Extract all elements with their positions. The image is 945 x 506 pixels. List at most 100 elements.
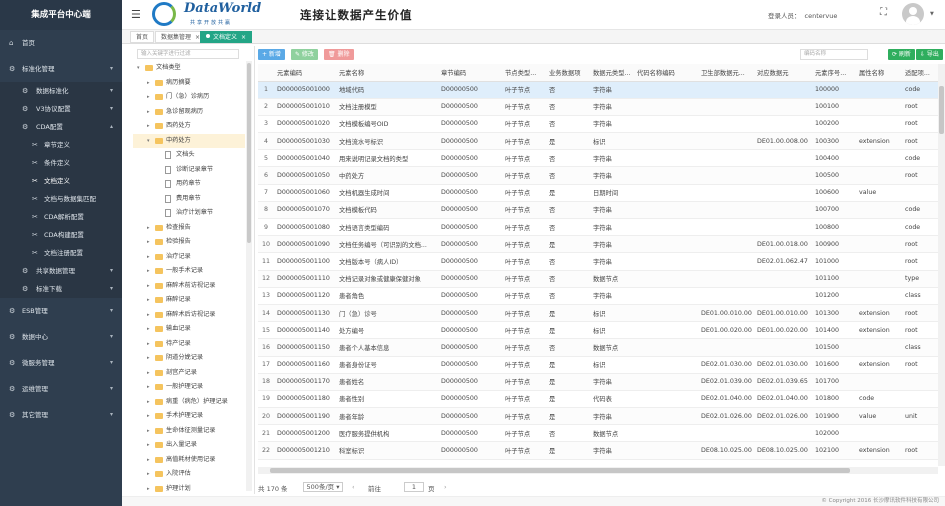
column-header[interactable]: 适配项... [902, 64, 938, 82]
chevron-icon[interactable]: ▸ [147, 264, 150, 279]
tree-node[interactable]: ▸ 生命体征测量记录 [133, 424, 245, 439]
sidebar-item[interactable]: ✂ 文档与数据集匹配 [0, 190, 122, 208]
prev-page-button[interactable]: ‹ [352, 483, 355, 491]
sidebar-item[interactable]: ⚙ 微服务管理 ▾ [0, 350, 122, 376]
tree-scrollbar-thumb[interactable] [247, 63, 251, 243]
tree-node[interactable]: 文档头 [133, 148, 245, 163]
table-horizontal-scrollbar-thumb[interactable] [270, 468, 850, 473]
sidebar-item[interactable]: ⚙ 运维管理 ▾ [0, 376, 122, 402]
sidebar-item[interactable]: ✂ 文档定义 [0, 172, 122, 190]
table-row[interactable]: 11 D000005001100 文档版本号（病人ID） D00000500 叶子节点否… [258, 252, 938, 271]
chevron-icon[interactable]: ▸ [147, 366, 150, 381]
column-header[interactable] [258, 64, 274, 82]
tree-node[interactable]: ▸ 一般护理记录 [133, 380, 245, 395]
table-row[interactable]: 2 D000005001010 文档注册模型 D00000500 叶子节点否字符串 100… [258, 98, 938, 116]
tree-node[interactable]: ▸ 入院评估 [133, 467, 245, 482]
table-row[interactable]: 22 D000005001210 科室标识 D00000500 叶子节点是字符串 DE08… [258, 441, 938, 460]
chevron-icon[interactable]: ▸ [147, 438, 150, 453]
refresh-button[interactable]: ⟳ 刷新 [888, 49, 915, 60]
tree-node[interactable]: 费用章节 [133, 192, 245, 207]
search-input[interactable]: 编码名称 [800, 49, 868, 60]
column-header[interactable]: 属性名称 [856, 64, 902, 82]
chevron-icon[interactable]: ▸ [147, 221, 150, 236]
add-button[interactable]: + 新增 [258, 49, 285, 60]
column-header[interactable]: 业务数据项 [546, 64, 590, 82]
chevron-icon[interactable]: ▸ [147, 308, 150, 323]
table-row[interactable]: 14 D000005001130 门（急）诊号 D00000500 叶子节点是标识 DE0… [258, 304, 938, 323]
chevron-icon[interactable]: ▸ [147, 337, 150, 352]
table-row[interactable]: 12 D000005001110 文档记录对象或健康保健对象 D00000500 叶子节… [258, 270, 938, 288]
chevron-icon[interactable]: ▸ [147, 90, 150, 105]
tree-node[interactable]: ▸ 出入量记录 [133, 438, 245, 453]
table-vertical-scrollbar-thumb[interactable] [939, 86, 944, 134]
sidebar-item[interactable]: ⚙ 共享数据管理 ▾ [0, 262, 122, 280]
tree-node[interactable]: ▸ 输血记录 [133, 322, 245, 337]
next-page-button[interactable]: › [444, 483, 447, 491]
tree-node[interactable]: ▾ 中药处方 [133, 133, 245, 149]
table-row[interactable]: 10 D000005001090 文档任务编号（可识别的文档... D00000500… [258, 235, 938, 254]
tree-node[interactable]: ▸ 门（急）诊病历 [133, 90, 245, 105]
tree-node[interactable]: 治疗计划章节 [133, 206, 245, 221]
chevron-icon[interactable]: ▸ [147, 105, 150, 120]
chevron-icon[interactable]: ▸ [147, 395, 150, 410]
avatar[interactable] [902, 3, 924, 25]
column-header[interactable]: 数据元类型... [590, 64, 634, 82]
table-row[interactable]: 21 D000005001200 医疗服务提供机构 D00000500 叶子节点否数据节… [258, 424, 938, 443]
chevron-icon[interactable]: ▸ [147, 279, 150, 294]
table-row[interactable]: 16 D000005001150 患者个人基本信息 D00000500 叶子节点否数据节… [258, 338, 938, 357]
tree-node[interactable]: ▸ 麻醉记录 [133, 293, 245, 308]
tree-node[interactable]: ▸ 手术护理记录 [133, 409, 245, 424]
chevron-icon[interactable]: ▾ [137, 61, 140, 76]
chevron-icon[interactable]: ▸ [147, 119, 150, 134]
chevron-icon[interactable]: ▸ [147, 409, 150, 424]
table-row[interactable]: 17 D000005001160 患者身份证号 D00000500 叶子节点是标识 DE0… [258, 356, 938, 374]
table-row[interactable]: 6 D000005001050 中药处方 D00000500 叶子节点否字符串 10050… [258, 166, 938, 185]
tree-node[interactable]: 诊断记录章节 [133, 163, 245, 178]
chevron-icon[interactable]: ▸ [147, 76, 150, 91]
sidebar-item[interactable]: ⚙ 数据标准化 ▾ [0, 82, 122, 100]
column-header[interactable]: 节点类型... [502, 64, 546, 82]
table-row[interactable]: 1 D000005001000 地域代码 D00000500 叶子节点否字符串 10000… [258, 81, 938, 99]
table-horizontal-scrollbar[interactable] [258, 467, 938, 474]
tab-item[interactable]: 数据集管理 × [155, 31, 207, 43]
chevron-icon[interactable]: ▸ [147, 482, 150, 495]
tree-node[interactable]: ▸ 检查报告 [133, 221, 245, 236]
column-header[interactable]: 章节编码 [438, 64, 502, 82]
column-header[interactable]: 元素名称 [336, 64, 438, 82]
table-row[interactable]: 4 D000005001030 文档流水号标识 D00000500 叶子节点是标识 DE0… [258, 132, 938, 151]
table-row[interactable]: 9 D000005001080 文档语言类型编码 D00000500 叶子节点否字符串 1… [258, 218, 938, 237]
tree-node[interactable]: ▸ 急诊留观病历 [133, 105, 245, 120]
tree-node[interactable]: ▸ 麻醉术前访视记录 [133, 279, 245, 294]
tree-filter-input[interactable]: 输入关键字进行过滤 [137, 49, 239, 59]
tree-node[interactable]: ▸ 剖宫产记录 [133, 366, 245, 381]
tab-item[interactable]: 首页 [130, 31, 155, 43]
sidebar-item[interactable]: ⚙ 数据中心 ▾ [0, 324, 122, 350]
page-size-select[interactable]: 500条/页 ▾ [303, 482, 343, 492]
sidebar-item[interactable]: ⚙ 其它管理 ▾ [0, 402, 122, 428]
chevron-icon[interactable]: ▸ [147, 293, 150, 308]
tree-node[interactable]: ▸ 一般手术记录 [133, 264, 245, 279]
page-number-input[interactable]: 1 [404, 482, 424, 492]
sidebar-item[interactable]: ⚙ 标准化管理 ▾ [0, 56, 122, 82]
tree-node[interactable]: ▸ 治疗记录 [133, 250, 245, 265]
tree-node[interactable]: ▸ 待产记录 [133, 337, 245, 352]
table-row[interactable]: 5 D000005001040 用来说明记录文档的类型 D00000500 叶子节点否字… [258, 149, 938, 168]
chevron-icon[interactable]: ▸ [147, 250, 150, 265]
table-vertical-scrollbar[interactable] [938, 64, 945, 466]
table-row[interactable]: 8 D000005001070 文档模板代码 D00000500 叶子节点否字符串 100… [258, 201, 938, 220]
menu-toggle-icon[interactable]: ☰ [131, 8, 141, 21]
sidebar-item[interactable]: ✂ CDA解析配置 [0, 208, 122, 226]
sidebar-item[interactable]: ✂ 条件定义 [0, 154, 122, 172]
sidebar-item[interactable]: ⚙ ESB管理 ▾ [0, 298, 122, 324]
export-button[interactable]: ⇩ 导出 [916, 49, 943, 60]
close-icon[interactable]: × [241, 34, 246, 41]
sidebar-item[interactable]: ⌂ 首页 [0, 30, 122, 56]
table-row[interactable]: 3 D000005001020 文档模板编号OID D00000500 叶子节点否字符串… [258, 115, 938, 134]
chevron-down-icon[interactable]: ▼ [930, 11, 934, 17]
tab-item[interactable]: 文档定义 × [200, 31, 253, 43]
chevron-icon[interactable]: ▸ [147, 453, 150, 468]
tree-node[interactable]: ▸ 检验报告 [133, 235, 245, 250]
chevron-icon[interactable]: ▾ [147, 134, 150, 149]
column-header[interactable]: 元素编码 [274, 64, 336, 82]
column-header[interactable]: 元素序号... [812, 64, 856, 82]
